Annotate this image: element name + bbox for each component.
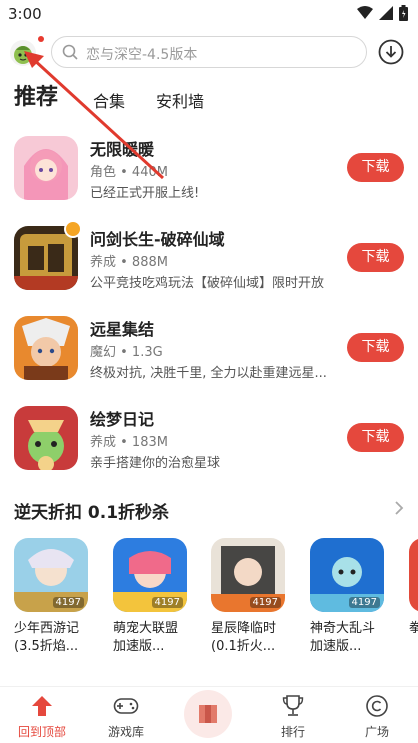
- nav-back-to-top[interactable]: 回到顶部: [7, 693, 77, 740]
- card-tag: 4197: [52, 597, 84, 608]
- discount-card[interactable]: 4197 少年西游记(3.5折焰...: [14, 538, 92, 656]
- list-item[interactable]: 问剑长生-破碎仙域 养成 • 888M 公平竞技吃鸡玩法【破碎仙域】限时开放 下…: [0, 218, 418, 308]
- plaza-icon: [366, 695, 388, 717]
- nav-label: 广场: [364, 725, 389, 739]
- notification-dot: [38, 36, 44, 42]
- discount-card[interactable]: 4197 萌宠大联盟加速版...: [113, 538, 191, 656]
- card-label: 神奇大乱斗加速版...: [310, 621, 376, 654]
- gift-badge-icon: [64, 220, 82, 238]
- search-placeholder: 恋与深空-4.5版本: [86, 47, 198, 63]
- card-label: 少年西游记(3.5折焰...: [14, 621, 80, 654]
- trophy-icon: [282, 695, 304, 716]
- discount-carousel[interactable]: 4197 少年西游记(3.5折焰... 4197 萌宠大联盟加速版... 419…: [0, 538, 418, 668]
- card-tag: 4197: [348, 597, 380, 608]
- avatar-icon: [14, 46, 32, 64]
- discount-card[interactable]: 4197 星辰降临时(0.1折火...: [211, 538, 289, 656]
- card-label: 萌宠大联盟加速版...: [113, 621, 179, 654]
- game-icon: 4197: [14, 538, 88, 612]
- system-icons: [357, 5, 408, 21]
- app-desc: 终极对抗, 决胜千里, 全力以赴重建远星...: [90, 366, 327, 381]
- search-icon: [62, 44, 78, 60]
- nav-label: 游戏库: [107, 725, 144, 739]
- app-icon: [14, 136, 78, 200]
- list-item[interactable]: 绘梦日记 养成 • 183M 亲手搭建你的治愈星球 下载: [0, 398, 418, 488]
- signal-icon: [379, 6, 393, 20]
- tab-collections[interactable]: 合集: [93, 88, 125, 112]
- app-meta: 养成 • 183M: [90, 435, 168, 450]
- top-bar: 恋与深空-4.5版本: [0, 30, 418, 74]
- gamepad-icon: [113, 698, 139, 714]
- list-item[interactable]: 无限暖暖 角色 • 440M 已经正式开服上线! 下载: [0, 128, 418, 218]
- tab-recommend[interactable]: 推荐: [14, 79, 58, 111]
- nav-game-library[interactable]: 游戏库: [91, 693, 161, 740]
- game-icon: [409, 538, 418, 612]
- center-book-icon: [199, 705, 217, 723]
- app-desc: 公平竞技吃鸡玩法【破碎仙域】限时开放: [90, 276, 325, 291]
- status-bar: 3:00: [0, 0, 418, 28]
- game-icon: 4197: [113, 538, 187, 612]
- battery-icon: [399, 5, 408, 21]
- card-tag: 4197: [249, 597, 281, 608]
- app-name: 无限暖暖: [90, 140, 155, 159]
- app-name: 绘梦日记: [90, 410, 155, 429]
- app-desc: 已经正式开服上线!: [90, 186, 200, 201]
- bottom-nav: 回到顶部 游戏库 排行 广场: [0, 686, 418, 743]
- status-time: 3:00: [8, 5, 42, 23]
- tab-recommend-wall[interactable]: 安利墙: [156, 88, 204, 112]
- download-button[interactable]: 下载: [347, 243, 404, 272]
- nav-plaza[interactable]: 广场: [342, 693, 412, 740]
- app-icon: [14, 316, 78, 380]
- download-button[interactable]: 下载: [347, 333, 404, 362]
- game-icon: 4197: [211, 538, 285, 612]
- chevron-right-icon[interactable]: [394, 500, 404, 516]
- nav-label: 回到顶部: [17, 725, 66, 739]
- nav-center-button[interactable]: [184, 690, 232, 738]
- home-up-icon: [32, 696, 52, 716]
- app-name: 问剑长生-破碎仙域: [90, 230, 225, 249]
- download-button[interactable]: 下载: [347, 423, 404, 452]
- avatar[interactable]: [10, 40, 36, 66]
- card-label: 拳: [409, 621, 418, 636]
- app-meta: 魔幻 • 1.3G: [90, 345, 163, 360]
- section-title: 逆天折扣 0.1折秒杀: [14, 503, 170, 523]
- wifi-icon: [357, 6, 373, 19]
- nav-ranking[interactable]: 排行: [258, 693, 328, 740]
- game-icon: 4197: [310, 538, 384, 612]
- app-desc: 亲手搭建你的治愈星球: [90, 456, 221, 471]
- download-button[interactable]: 下载: [347, 153, 404, 182]
- search-input[interactable]: 恋与深空-4.5版本: [51, 36, 367, 68]
- app-meta: 养成 • 888M: [90, 255, 168, 270]
- discount-card[interactable]: 4197 神奇大乱斗加速版...: [310, 538, 388, 656]
- app-name: 远星集结: [90, 320, 155, 339]
- download-manager-icon[interactable]: [378, 39, 404, 65]
- discount-card[interactable]: 拳: [409, 538, 418, 656]
- tab-bar: 推荐 合集 安利墙: [0, 82, 418, 116]
- app-meta: 角色 • 440M: [90, 165, 168, 180]
- card-tag: 4197: [151, 597, 183, 608]
- nav-label: 排行: [280, 725, 305, 739]
- list-item[interactable]: 远星集结 魔幻 • 1.3G 终极对抗, 决胜千里, 全力以赴重建远星... 下…: [0, 308, 418, 398]
- card-label: 星辰降临时(0.1折火...: [211, 621, 277, 654]
- app-icon: [14, 406, 78, 470]
